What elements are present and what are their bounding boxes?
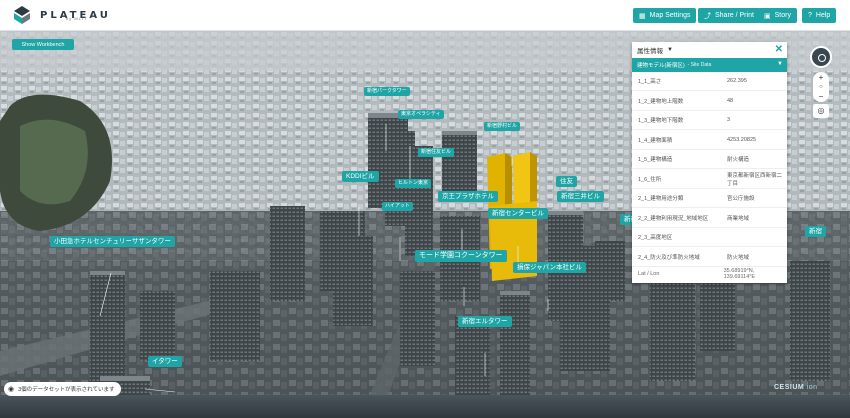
attribute-key: 2_3_高度地区 [638,235,673,241]
building-label-mitsui[interactable]: 新宿三井ビル [557,191,604,202]
cesium-logo[interactable]: CESIUM ion [774,384,818,391]
plateau-logo-icon [14,6,30,24]
building-label-park[interactable]: 新宿パークタワー [364,87,410,96]
building-label-hyatt[interactable]: ハイアット [382,202,413,211]
lat-lon-label: Lat / Lon [638,271,660,277]
panel-subtitle-suffix: - Site Data [687,62,712,68]
building-label-erutawa[interactable]: 新宿エルタワー [458,316,512,327]
story-icon: ▣ [764,12,771,20]
attribute-row: 1_2_建物地上階数 48 [632,92,787,111]
share-print-button[interactable]: ⤴ Share / Print [698,8,760,23]
story-label: Story [774,12,791,19]
logo-subtitle: by MLIT [66,16,88,21]
zoom-in-icon[interactable]: + [819,73,824,82]
attribute-row: 1_5_建物構造 耐火構造 [632,150,787,169]
zoom-out-icon[interactable]: − [819,92,824,101]
story-button[interactable]: ▣ Story [758,8,797,23]
top-bar: PLATEAU by MLIT ▦ Map Settings ⤴ Share /… [0,0,850,31]
attribute-row: 1_3_建物地下階数 3 [632,111,787,130]
building-label-nomura[interactable]: 新宿野村ビル [484,122,521,131]
building-label-opera[interactable]: 東京オペラシティ [398,110,444,119]
attribute-value: 商業地域 [727,215,750,222]
cesium-text: CESIUM [774,384,805,391]
my-location-icon[interactable]: ◎ [813,104,829,118]
panel-subtitle: 建物モデル(新宿区) [637,63,685,69]
dataset-status-text: 3個のデータセットが表示されています [18,387,115,393]
app-window: PLATEAU by MLIT ▦ Map Settings ⤴ Share /… [0,0,850,418]
layers-icon: ◉ [8,386,15,393]
compass-icon[interactable] [810,46,832,68]
attribute-row: 2_2_建物利用現況_地域地区 商業地域 [632,209,787,228]
building-label-mode[interactable]: モード学園コクーンタワー [415,250,507,262]
building-label-sumitomo[interactable]: 新宿住友ビル [418,148,455,157]
attribute-value: 4253.20825 [727,136,757,143]
lat-lon-row: Lat / Lon 35.68919°N, 139.69114°E [632,267,787,281]
panel-header[interactable]: 属性情報 ▼ ✕ [632,42,787,58]
attribute-key: 1_5_建物構造 [638,157,673,163]
help-button[interactable]: ? Help [802,8,837,23]
panel-title: 属性情報 [637,48,663,55]
building-label-keio[interactable]: 京王プラザホテル [438,191,498,202]
attribute-key: 2_4_防火及び準防火地域 [638,254,700,261]
building-label-right1[interactable]: 住友 [556,176,577,187]
zoom-control[interactable]: + ○ − [813,72,829,102]
attribute-row: 2_4_防火及び準防火地域 防火地域 [632,248,787,267]
show-workbench-button[interactable]: Show Workbench [12,39,74,50]
attribute-key: 2_1_建物用途分類 [638,196,684,202]
building-label-right-far[interactable]: 新宿 [805,226,826,237]
share-print-label: Share / Print [715,12,754,19]
share-icon: ⤴ [704,12,711,20]
attribute-value: 防火地域 [727,254,750,261]
attribute-key: 1_3_建物地下階数 [638,118,684,124]
building-label-kddi[interactable]: KDDIビル [342,171,379,182]
attribute-row: 1_6_住所 東京都新宿区西新宿二丁目 [632,170,787,189]
attribute-value: 官公庁施設 [727,196,755,202]
attribute-value: 48 [727,97,734,104]
help-icon: ? [808,12,812,19]
attribute-key: 2_2_建物利用現況_地域地区 [638,215,709,222]
map-settings-label: Map Settings [649,12,691,19]
attribute-panel: 属性情報 ▼ ✕ 建物モデル(新宿区) - Site Data ▼ 1_1_高さ… [632,42,787,283]
attribute-value: 耐火構造 [727,157,750,163]
panel-dataset-selector[interactable]: 建物モデル(新宿区) - Site Data ▼ [632,58,787,72]
building-label-center[interactable]: 新宿センタービル [488,208,548,219]
attribute-key: 1_2_建物地上階数 [638,98,684,105]
lat-lon-value: 35.68919°N, 139.69114°E [723,268,756,280]
attribute-row: 2_1_建物用途分類 官公庁施設 [632,189,787,208]
close-icon[interactable]: ✕ [775,44,783,56]
building-label-itatower[interactable]: イタワー [148,356,182,367]
cesium-ion-text: ion [806,384,818,391]
building-label-southern[interactable]: 小田急ホテルセンチュリーサザンタワー [50,236,175,247]
attribute-value: 東京都新宿区西新宿二丁目 [727,172,783,187]
bottom-bar [0,395,850,418]
attribute-value: 262.395 [727,78,747,84]
attribute-row: 1_4_建物面積 4253.20825 [632,131,787,150]
attribute-row: 2_3_高度地区 [632,228,787,247]
chevron-down-icon: ▼ [777,61,783,67]
plateau-logo[interactable]: PLATEAU [12,5,111,25]
building-label-sompo[interactable]: 損保ジャパン本社ビル [513,262,586,273]
map-icon: ▦ [639,12,646,20]
reset-view-icon[interactable]: ○ [819,84,823,90]
dataset-status[interactable]: ◉ 3個のデータセットが表示されています [4,382,121,396]
attribute-key: 1_4_建物面積 [638,137,673,144]
attribute-key: 1_6_住所 [638,176,662,183]
map-settings-button[interactable]: ▦ Map Settings [633,8,697,23]
chevron-down-icon[interactable]: ▼ [667,47,673,53]
attribute-key: 1_1_高さ [638,79,662,85]
help-label: Help [815,12,831,19]
attribute-value: 3 [727,117,731,123]
building-label-hilton[interactable]: ヒルトン東京 [395,179,432,188]
attribute-row: 1_1_高さ 262.395 [632,72,787,91]
